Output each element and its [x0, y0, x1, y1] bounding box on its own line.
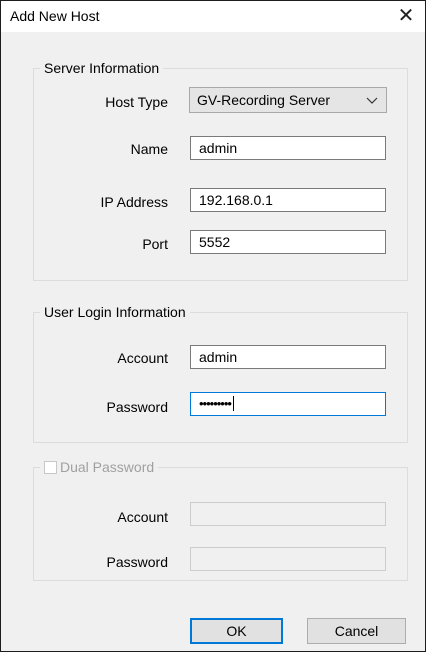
close-icon[interactable]: ✕ [393, 4, 419, 28]
dual-password-legend[interactable]: Dual Password [40, 459, 158, 475]
title-bar: Add New Host ✕ [1, 1, 425, 32]
login-account-field[interactable] [190, 345, 386, 369]
password-mask: ••••••••• [199, 396, 232, 411]
user-login-group: User Login Information [33, 304, 408, 443]
login-password-label: Password [106, 399, 168, 415]
host-type-label: Host Type [105, 94, 168, 110]
ip-address-field[interactable] [190, 188, 386, 212]
server-information-legend: Server Information [44, 60, 160, 76]
dual-password-label-row: Password [106, 554, 168, 570]
host-type-value: GV-Recording Server [197, 92, 331, 108]
user-login-legend: User Login Information [44, 304, 186, 320]
dual-password-label: Dual Password [60, 459, 155, 475]
ok-button[interactable]: OK [190, 618, 283, 644]
chevron-down-icon [366, 90, 378, 113]
name-label: Name [130, 141, 168, 157]
text-cursor [232, 396, 234, 411]
host-type-select[interactable]: GV-Recording Server [189, 87, 387, 113]
dual-password-checkbox[interactable] [44, 461, 57, 474]
port-label: Port [142, 236, 168, 252]
cancel-button[interactable]: Cancel [307, 618, 406, 644]
add-new-host-dialog: Add New Host ✕ Server Information Host T… [0, 0, 426, 652]
name-field[interactable] [190, 136, 386, 160]
dual-account-field[interactable] [190, 502, 386, 526]
login-account-label: Account [117, 350, 168, 366]
dual-password-field[interactable] [190, 547, 386, 571]
ip-address-label: IP Address [100, 194, 168, 210]
login-password-field[interactable]: ••••••••• [190, 392, 386, 416]
dialog-title: Add New Host [10, 8, 100, 24]
port-field[interactable] [190, 230, 386, 254]
dual-account-label: Account [117, 509, 168, 525]
